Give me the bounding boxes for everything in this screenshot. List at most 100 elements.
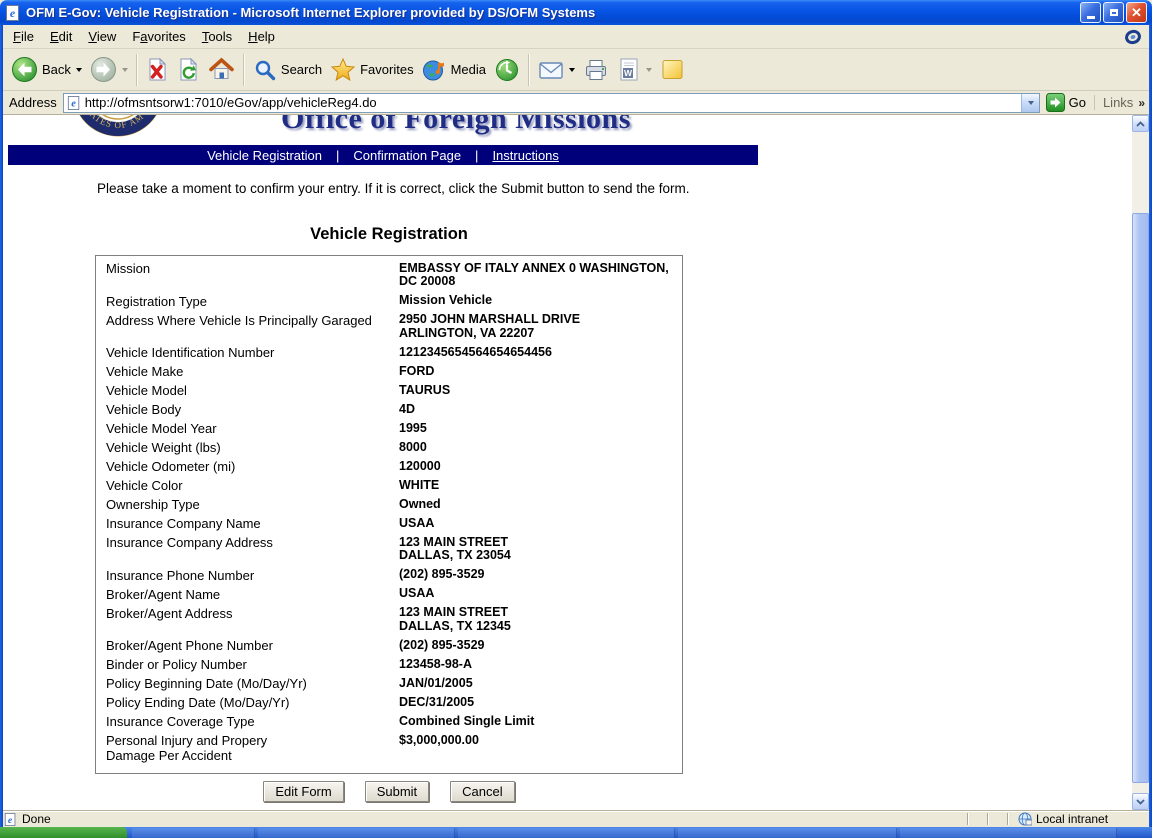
scroll-up-button[interactable]: [1132, 115, 1149, 132]
back-button[interactable]: Back: [7, 53, 86, 86]
status-bar: e Done Local intranet: [0, 810, 1152, 827]
home-button[interactable]: [204, 54, 239, 85]
menu-file[interactable]: File: [5, 26, 42, 47]
table-row: Vehicle Model Year1995: [96, 419, 682, 438]
taskbar-button[interactable]: [132, 828, 255, 838]
scrollbar-thumb[interactable]: [1132, 213, 1149, 783]
table-row: Vehicle ColorWHITE: [96, 476, 682, 495]
field-value: TAURUS: [394, 381, 682, 400]
menu-favorites[interactable]: Favorites: [124, 26, 193, 47]
ie-document-icon: e: [5, 5, 21, 21]
field-label: Vehicle Make: [96, 362, 394, 381]
table-row: Policy Beginning Date (Mo/Day/Yr)JAN/01/…: [96, 674, 682, 693]
field-value: Combined Single Limit: [394, 712, 682, 731]
restore-button[interactable]: [1103, 2, 1124, 23]
table-row: Insurance Company Address123 MAIN STREET…: [96, 533, 682, 566]
table-row: MissionEMBASSY OF ITALY ANNEX 0 WASHINGT…: [96, 259, 682, 292]
table-row: Insurance Phone Number(202) 895-3529: [96, 566, 682, 585]
intranet-globe-icon: [1018, 812, 1032, 826]
mail-button[interactable]: [534, 56, 579, 84]
forward-button[interactable]: [86, 53, 132, 86]
nav-item-vehicle-registration[interactable]: Vehicle Registration: [203, 148, 326, 163]
address-bar: Address e http://ofmsntsorw1:7010/eGov/a…: [3, 91, 1149, 115]
security-zone: Local intranet: [1018, 812, 1148, 826]
links-bar[interactable]: Links »: [1094, 95, 1145, 110]
chevron-right-icon[interactable]: »: [1138, 96, 1145, 110]
field-label: Mission: [96, 259, 394, 292]
field-value: 8000: [394, 438, 682, 457]
edit-form-button[interactable]: Edit Form: [263, 781, 343, 802]
field-label: Insurance Company Address: [96, 533, 394, 566]
menu-items: FileEditViewFavoritesToolsHelp: [5, 26, 1125, 47]
svg-text:e: e: [8, 814, 13, 825]
field-value: (202) 895-3529: [394, 566, 682, 585]
menu-tools[interactable]: Tools: [194, 26, 240, 47]
history-button[interactable]: [490, 54, 524, 86]
site-title: Office of Foreign Missions: [281, 115, 631, 136]
word-edit-icon: W: [617, 57, 641, 82]
address-url[interactable]: http://ofmsntsorw1:7010/eGov/app/vehicle…: [85, 95, 1021, 110]
media-button[interactable]: Media: [418, 54, 490, 85]
field-label: Vehicle Model Year: [96, 419, 394, 438]
nav-item-confirmation-page[interactable]: Confirmation Page: [349, 148, 465, 163]
go-label: Go: [1069, 95, 1086, 110]
cancel-button[interactable]: Cancel: [450, 781, 514, 802]
stop-button[interactable]: [142, 54, 173, 85]
favorites-button[interactable]: Favorites: [326, 54, 417, 85]
taskbar-button[interactable]: [900, 828, 1117, 838]
taskbar-button[interactable]: [258, 828, 455, 838]
field-value: USAA: [394, 585, 682, 604]
table-row: Registration TypeMission Vehicle: [96, 292, 682, 311]
close-button[interactable]: ✕: [1126, 2, 1147, 23]
media-label: Media: [451, 62, 486, 77]
taskbar-button[interactable]: [678, 828, 897, 838]
vertical-scrollbar[interactable]: [1132, 115, 1149, 810]
field-value: EMBASSY OF ITALY ANNEX 0 WASHINGTON, DC …: [394, 259, 682, 292]
taskbar-button[interactable]: [458, 828, 675, 838]
go-arrow-icon: [1046, 93, 1065, 112]
field-value: JAN/01/2005: [394, 674, 682, 693]
refresh-button[interactable]: [173, 54, 204, 85]
ie-page-icon: e: [67, 96, 81, 110]
field-value: 2950 JOHN MARSHALL DRIVE ARLINGTON, VA 2…: [394, 311, 682, 344]
go-button[interactable]: Go: [1046, 93, 1086, 112]
chevron-up-icon: [1136, 121, 1145, 127]
print-button[interactable]: [579, 55, 613, 85]
mail-dropdown-icon[interactable]: [569, 68, 575, 72]
submit-button[interactable]: Submit: [365, 781, 429, 802]
address-input[interactable]: e http://ofmsntsorw1:7010/eGov/app/vehic…: [63, 93, 1040, 113]
window-border-left: [0, 25, 3, 827]
start-button[interactable]: [0, 827, 127, 838]
edit-with-word-button[interactable]: W: [613, 54, 656, 85]
field-label: Binder or Policy Number: [96, 655, 394, 674]
table-row: Broker/Agent Address123 MAIN STREET DALL…: [96, 604, 682, 637]
address-dropdown-button[interactable]: [1021, 94, 1039, 112]
back-dropdown-icon[interactable]: [76, 68, 82, 72]
media-globe-icon: [422, 57, 447, 82]
registration-table: MissionEMBASSY OF ITALY ANNEX 0 WASHINGT…: [95, 255, 683, 774]
field-label: Broker/Agent Phone Number: [96, 636, 394, 655]
field-label: Policy Ending Date (Mo/Day/Yr): [96, 693, 394, 712]
field-value: WHITE: [394, 476, 682, 495]
toolbar-separator: [528, 54, 530, 86]
menu-edit[interactable]: Edit: [42, 26, 80, 47]
standard-toolbar: Back Search Favorites Media: [3, 49, 1149, 91]
nav-separator: |: [475, 148, 478, 163]
minimize-button[interactable]: [1080, 2, 1101, 23]
search-button[interactable]: Search: [249, 55, 326, 85]
field-label: Vehicle Identification Number: [96, 343, 394, 362]
discuss-button[interactable]: [656, 54, 689, 85]
menu-help[interactable]: Help: [240, 26, 283, 47]
svg-text:W: W: [624, 68, 633, 78]
scroll-down-button[interactable]: [1132, 793, 1149, 810]
status-divider: [987, 813, 989, 825]
registration-table-body: MissionEMBASSY OF ITALY ANNEX 0 WASHINGT…: [96, 259, 682, 765]
forward-icon: [90, 56, 117, 83]
great-seal-icon: STATES OF AM: [72, 115, 164, 142]
windows-taskbar[interactable]: [0, 827, 1152, 838]
nav-item-instructions[interactable]: Instructions: [488, 148, 562, 163]
field-value: 123458-98-A: [394, 655, 682, 674]
menu-view[interactable]: View: [80, 26, 124, 47]
ie-page-icon: e: [4, 813, 17, 826]
status-divider: [1007, 813, 1009, 825]
